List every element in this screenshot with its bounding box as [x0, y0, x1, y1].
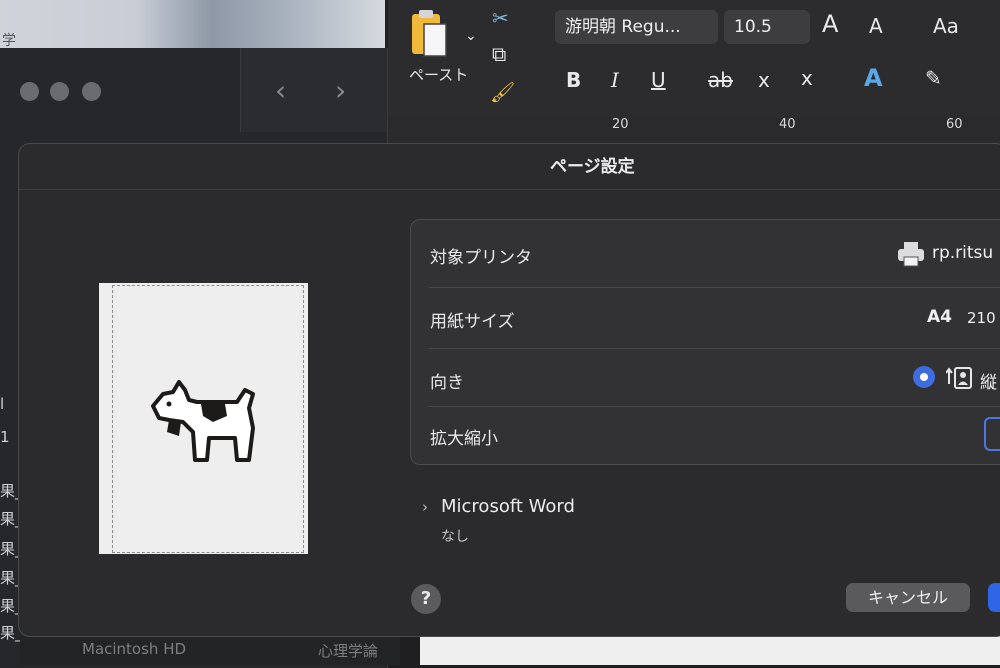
help-button[interactable]: ?: [411, 584, 441, 614]
cancel-button[interactable]: キャンセル: [846, 583, 970, 612]
paste-label[interactable]: ペースト: [409, 64, 468, 85]
wallpaper-label: 学: [2, 33, 16, 49]
target-printer-value[interactable]: rp.ritsu: [932, 243, 993, 263]
font-size-value: 10.5: [734, 17, 772, 37]
font-name-value: 游明朝 Regu...: [565, 17, 681, 37]
scale-input[interactable]: [984, 417, 1000, 451]
orientation-portrait-label[interactable]: 縦: [980, 368, 997, 393]
ruler-mark: 20: [612, 117, 629, 132]
ok-button[interactable]: [988, 583, 1000, 612]
underline-button[interactable]: U: [651, 68, 666, 92]
document-page[interactable]: [420, 636, 1000, 665]
close-window-button[interactable]: [20, 82, 39, 101]
dialog-title-bar: [19, 144, 1000, 190]
sidebar-item[interactable]: l: [0, 395, 4, 413]
grow-font-button[interactable]: A: [822, 12, 838, 36]
target-printer-label: 対象プリンタ: [430, 248, 532, 268]
portrait-person-icon: [946, 367, 972, 389]
app-section-value: なし: [441, 529, 469, 545]
path-item-disk[interactable]: Macintosh HD: [82, 640, 186, 658]
strikethrough-button[interactable]: ab: [708, 68, 733, 92]
sidebar-item[interactable]: 1: [0, 428, 10, 446]
italic-button[interactable]: I: [611, 68, 619, 92]
row-divider: [429, 348, 1000, 349]
highlight-pen-icon[interactable]: ✎: [925, 66, 942, 90]
ruler-mark: 40: [779, 117, 796, 132]
clipboard-icon[interactable]: [410, 8, 454, 60]
paste-options-chevron-icon[interactable]: ⌄: [465, 24, 477, 48]
cut-scissors-icon[interactable]: ✂: [492, 6, 509, 30]
text-effects-button[interactable]: A: [864, 66, 883, 90]
path-item-folder[interactable]: 心理学論: [318, 640, 378, 661]
copy-icon[interactable]: ⧉: [492, 42, 506, 66]
change-case-button[interactable]: Aa: [933, 14, 959, 38]
row-divider: [429, 287, 1000, 288]
format-painter-icon[interactable]: 🖌: [490, 80, 515, 104]
zoom-window-button[interactable]: [82, 82, 101, 101]
portrait-radio[interactable]: [913, 366, 935, 388]
app-section-title[interactable]: Microsoft Word: [441, 496, 575, 517]
ruler-mark: 60: [946, 117, 963, 132]
paper-dimensions-value: 210: [967, 309, 996, 327]
font-size-dropdown[interactable]: 10.5: [724, 10, 810, 44]
finder-toolbar: [240, 48, 387, 132]
subscript-button[interactable]: x: [758, 68, 770, 92]
scale-label: 拡大縮小: [430, 429, 498, 449]
orientation-label: 向き: [430, 373, 464, 393]
superscript-button[interactable]: x: [801, 66, 813, 90]
forward-arrow-icon[interactable]: ›: [335, 74, 346, 107]
ruler[interactable]: [388, 118, 1000, 144]
paper-size-value[interactable]: A4: [927, 307, 952, 327]
dialog-title: ページ設定: [550, 157, 635, 177]
shrink-font-button[interactable]: A: [869, 14, 883, 38]
dogcow-icon: [151, 380, 255, 462]
bold-button[interactable]: B: [566, 68, 581, 92]
row-divider: [429, 406, 1000, 407]
back-arrow-icon[interactable]: ‹: [275, 74, 286, 107]
disclosure-chevron-icon[interactable]: ›: [422, 498, 428, 516]
paper-size-label: 用紙サイズ: [430, 312, 515, 332]
minimize-window-button[interactable]: [50, 82, 69, 101]
font-name-dropdown[interactable]: 游明朝 Regu...: [555, 10, 718, 44]
desktop-wallpaper: [0, 0, 385, 48]
printer-icon: [898, 242, 924, 267]
